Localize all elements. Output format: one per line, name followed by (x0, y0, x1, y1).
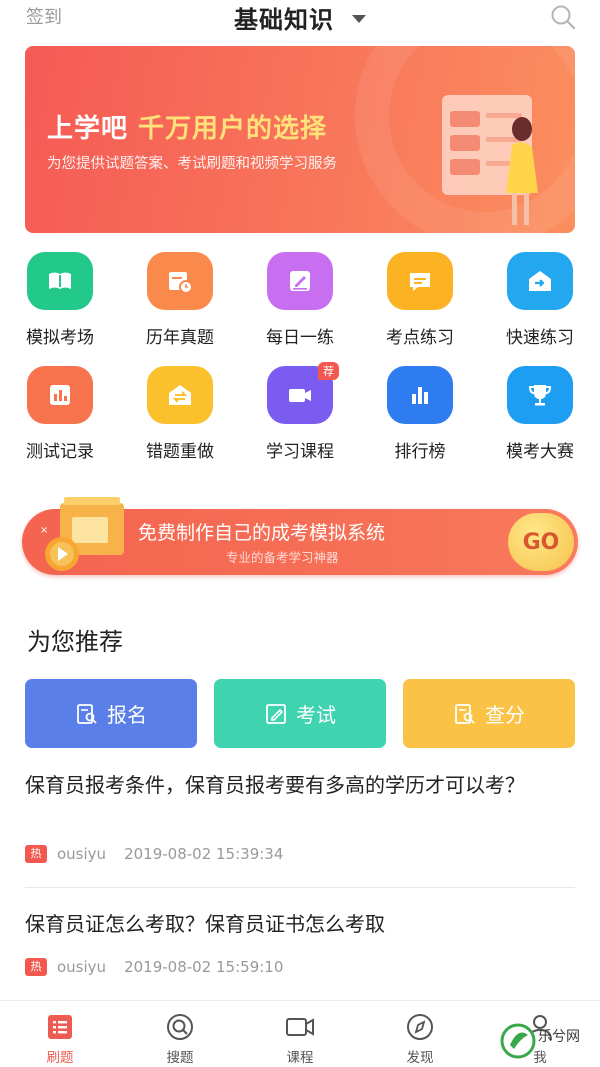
article-meta: 热 ousiyu 2019-08-02 15:59:10 (25, 958, 283, 976)
edit-icon (267, 252, 333, 310)
compass-icon (407, 1014, 433, 1040)
article-time: 2019-08-02 15:59:10 (124, 958, 284, 976)
article-author: ousiyu (57, 958, 107, 976)
page-title: 基础知识 (234, 6, 334, 34)
promo-title: 免费制作自己的成考模拟系统 (138, 522, 386, 544)
feature-daily-practice[interactable]: 每日一练 (240, 252, 360, 348)
recommend-badge: 荐 (318, 362, 339, 380)
article-item[interactable]: 保育员报考条件，保育员报考要有多高的学历才可以考？ (25, 771, 575, 800)
feature-topic-practice[interactable]: 考点练习 (360, 252, 480, 348)
article-author: ousiyu (57, 845, 107, 863)
bar-chart-icon (27, 366, 93, 424)
promo-illustration: × (40, 497, 124, 571)
go-button[interactable]: GO (508, 513, 574, 571)
tab-discover[interactable]: 发现 (360, 1013, 480, 1066)
banner-illustration (442, 95, 538, 225)
search-icon[interactable] (550, 4, 576, 30)
tab-practice[interactable]: 刷题 (0, 1013, 120, 1066)
tab-search[interactable]: 搜题 (120, 1013, 240, 1066)
divider (25, 887, 575, 888)
book-icon (27, 252, 93, 310)
article-time: 2019-08-02 15:39:34 (124, 845, 284, 863)
article-title[interactable]: 保育员证怎么考取？保育员证书怎么考取 (25, 910, 575, 939)
article-title[interactable]: 保育员报考条件，保育员报考要有多高的学历才可以考？ (25, 771, 575, 800)
watermark-text: 乐兮网 (538, 1029, 580, 1045)
title-dropdown[interactable]: 基础知识 (0, 0, 600, 35)
banner-subtitle: 为您提供试题答案、考试刷题和视频学习服务 (47, 156, 337, 172)
list-icon (48, 1015, 72, 1039)
edit-icon (266, 703, 286, 724)
exam-button[interactable]: 考试 (214, 679, 386, 748)
calendar-clock-icon (147, 252, 213, 310)
promo-banner[interactable]: 上学吧 千万用户的选择 为您提供试题答案、考试刷题和视频学习服务 (25, 46, 575, 233)
feature-past-papers[interactable]: 历年真题 (120, 252, 240, 348)
trophy-icon (507, 366, 573, 424)
arrow-box-icon (507, 252, 573, 310)
chat-icon (387, 252, 453, 310)
svg-text:×: × (40, 525, 48, 536)
video-camera-icon (286, 1018, 314, 1036)
article-item[interactable]: 保育员证怎么考取？保育员证书怎么考取 (25, 910, 575, 939)
ranking-icon (387, 366, 453, 424)
feature-quick-practice[interactable]: 快速练习 (480, 252, 600, 348)
banner-title: 上学吧 千万用户的选择 (47, 114, 328, 144)
article-meta: 热 ousiyu 2019-08-02 15:39:34 (25, 845, 283, 863)
feature-contest[interactable]: 模考大赛 (480, 366, 600, 462)
hot-badge: 热 (25, 845, 47, 863)
chevron-down-icon (352, 15, 366, 23)
recommend-heading: 为您推荐 (27, 628, 123, 656)
feature-mock-exam[interactable]: 模拟考场 (0, 252, 120, 348)
search-circle-icon (167, 1014, 193, 1040)
feature-test-records[interactable]: 测试记录 (0, 366, 120, 462)
form-search-icon (77, 703, 97, 724)
score-query-button[interactable]: 查分 (403, 679, 575, 748)
feature-courses[interactable]: 荐 学习课程 (240, 362, 360, 462)
register-button[interactable]: 报名 (25, 679, 197, 748)
feature-wrong-redo[interactable]: 错题重做 (120, 366, 240, 462)
video-icon: 荐 (267, 362, 339, 424)
feature-ranking[interactable]: 排行榜 (360, 366, 480, 462)
top-header: 签到 基础知识 (0, 0, 600, 34)
mock-system-promo[interactable]: × 免费制作自己的成考模拟系统 专业的备考学习神器 GO (22, 497, 578, 575)
promo-subtitle: 专业的备考学习神器 (226, 550, 339, 565)
hot-badge: 热 (25, 958, 47, 976)
swap-icon (147, 366, 213, 424)
watermark-logo: 乐兮网 (500, 1023, 580, 1059)
form-search-icon (455, 703, 475, 724)
tab-courses[interactable]: 课程 (240, 1013, 360, 1066)
